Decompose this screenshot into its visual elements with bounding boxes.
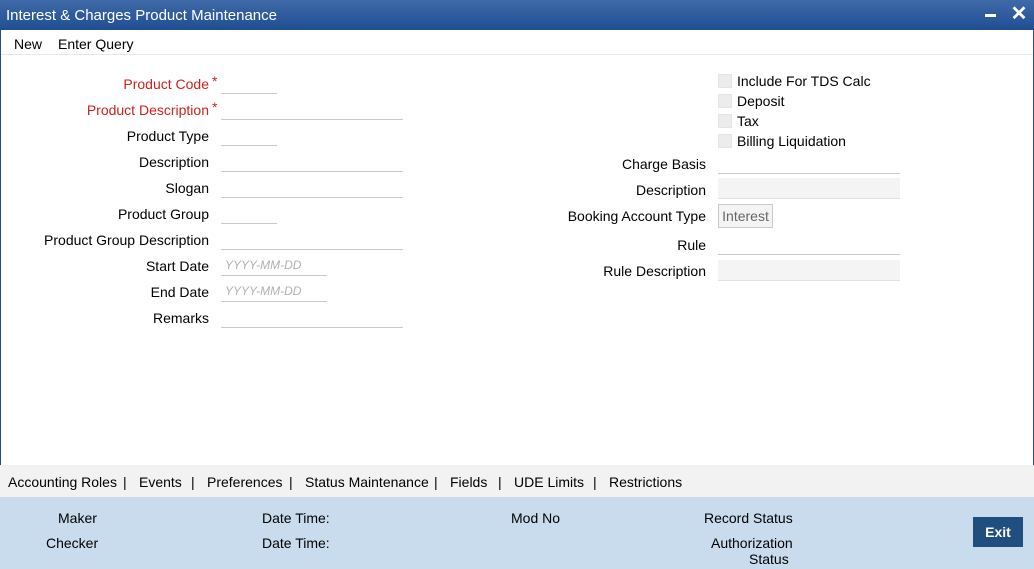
start-date-input[interactable]: [221, 255, 327, 276]
tab-separator: |: [593, 474, 597, 490]
remarks-label: Remarks: [152, 310, 209, 326]
product-group-description-input[interactable]: [221, 229, 403, 250]
checker-date-time-label: Date Time:: [262, 535, 330, 551]
tax-checkbox[interactable]: [718, 114, 732, 128]
mod-no-label: Mod No: [511, 510, 561, 526]
slogan-input[interactable]: [221, 177, 403, 198]
charge-description-label: Description: [635, 182, 706, 198]
minimize-button[interactable]: [980, 3, 1002, 25]
product-description-label: Product Description: [86, 102, 209, 118]
close-icon: ✕: [1010, 3, 1028, 25]
charge-description-input: [718, 178, 900, 199]
tab-ude-limits[interactable]: UDE Limits: [514, 474, 584, 490]
billing-liquidation-checkbox[interactable]: [718, 134, 732, 148]
description-label: Description: [138, 154, 209, 170]
close-button[interactable]: ✕: [1008, 3, 1030, 25]
window-title: Interest & Charges Product Maintenance: [6, 7, 277, 24]
checker-label: Checker: [46, 535, 99, 551]
description-input[interactable]: [221, 151, 403, 172]
rule-label: Rule: [677, 237, 706, 253]
tab-accounting-roles[interactable]: Accounting Roles: [8, 474, 117, 490]
booking-account-type-interest-button[interactable]: Interest: [718, 204, 773, 228]
menu-enter-query[interactable]: Enter Query: [58, 36, 133, 52]
slogan-label: Slogan: [165, 180, 209, 196]
include-tds-label: Include For TDS Calc: [737, 73, 871, 89]
audit-panel: Maker Checker Date Time: Date Time: Mod …: [0, 497, 1034, 569]
menu-new[interactable]: New: [14, 36, 42, 52]
rule-input[interactable]: [718, 234, 900, 255]
tab-separator: |: [498, 474, 502, 490]
maker-label: Maker: [58, 510, 97, 526]
product-code-required-marker: *: [212, 73, 218, 89]
tab-separator: |: [289, 474, 293, 490]
menu-bar: New Enter Query: [0, 30, 1034, 55]
window-border-left: [0, 30, 1, 470]
record-status-label: Record Status: [704, 510, 793, 526]
product-code-label: Product Code: [123, 76, 209, 92]
tab-preferences[interactable]: Preferences: [207, 474, 282, 490]
title-bar: Interest & Charges Product Maintenance ✕: [0, 0, 1034, 30]
tab-status-maintenance[interactable]: Status Maintenance: [305, 474, 429, 490]
tab-restrictions[interactable]: Restrictions: [609, 474, 682, 490]
deposit-checkbox[interactable]: [718, 94, 732, 108]
subsystem-tabs: Accounting Roles | Events | Preferences …: [0, 465, 1034, 497]
rule-description-label: Rule Description: [603, 263, 706, 279]
tab-fields[interactable]: Fields: [450, 474, 487, 490]
product-description-required-marker: *: [212, 99, 218, 115]
product-code-input[interactable]: [221, 73, 277, 94]
charge-basis-input[interactable]: [718, 153, 900, 174]
start-date-label: Start Date: [145, 258, 209, 274]
tab-separator: |: [123, 474, 127, 490]
product-type-input[interactable]: [221, 125, 277, 146]
product-group-label: Product Group: [117, 206, 209, 222]
tab-separator: |: [191, 474, 195, 490]
product-type-label: Product Type: [126, 128, 209, 144]
maker-date-time-label: Date Time:: [262, 510, 330, 526]
authorization-status-label: Authorization: [711, 535, 793, 551]
tax-label: Tax: [737, 113, 759, 129]
exit-button[interactable]: Exit: [973, 517, 1023, 547]
tab-separator: |: [434, 474, 438, 490]
product-group-description-label: Product Group Description: [44, 232, 209, 248]
product-group-input[interactable]: [221, 203, 277, 224]
include-tds-checkbox[interactable]: [718, 74, 732, 88]
charge-basis-label: Charge Basis: [621, 156, 706, 172]
rule-description-input: [718, 260, 900, 281]
deposit-label: Deposit: [737, 93, 785, 109]
end-date-input[interactable]: [221, 281, 327, 302]
authorization-status-label-line2: Status: [749, 551, 789, 567]
billing-liquidation-label: Billing Liquidation: [737, 133, 846, 149]
remarks-input[interactable]: [221, 307, 403, 328]
minimize-icon: [985, 14, 996, 17]
end-date-label: End Date: [150, 284, 209, 300]
tab-events[interactable]: Events: [139, 474, 182, 490]
product-description-input[interactable]: [221, 99, 403, 120]
booking-account-type-label: Booking Account Type: [567, 208, 706, 224]
